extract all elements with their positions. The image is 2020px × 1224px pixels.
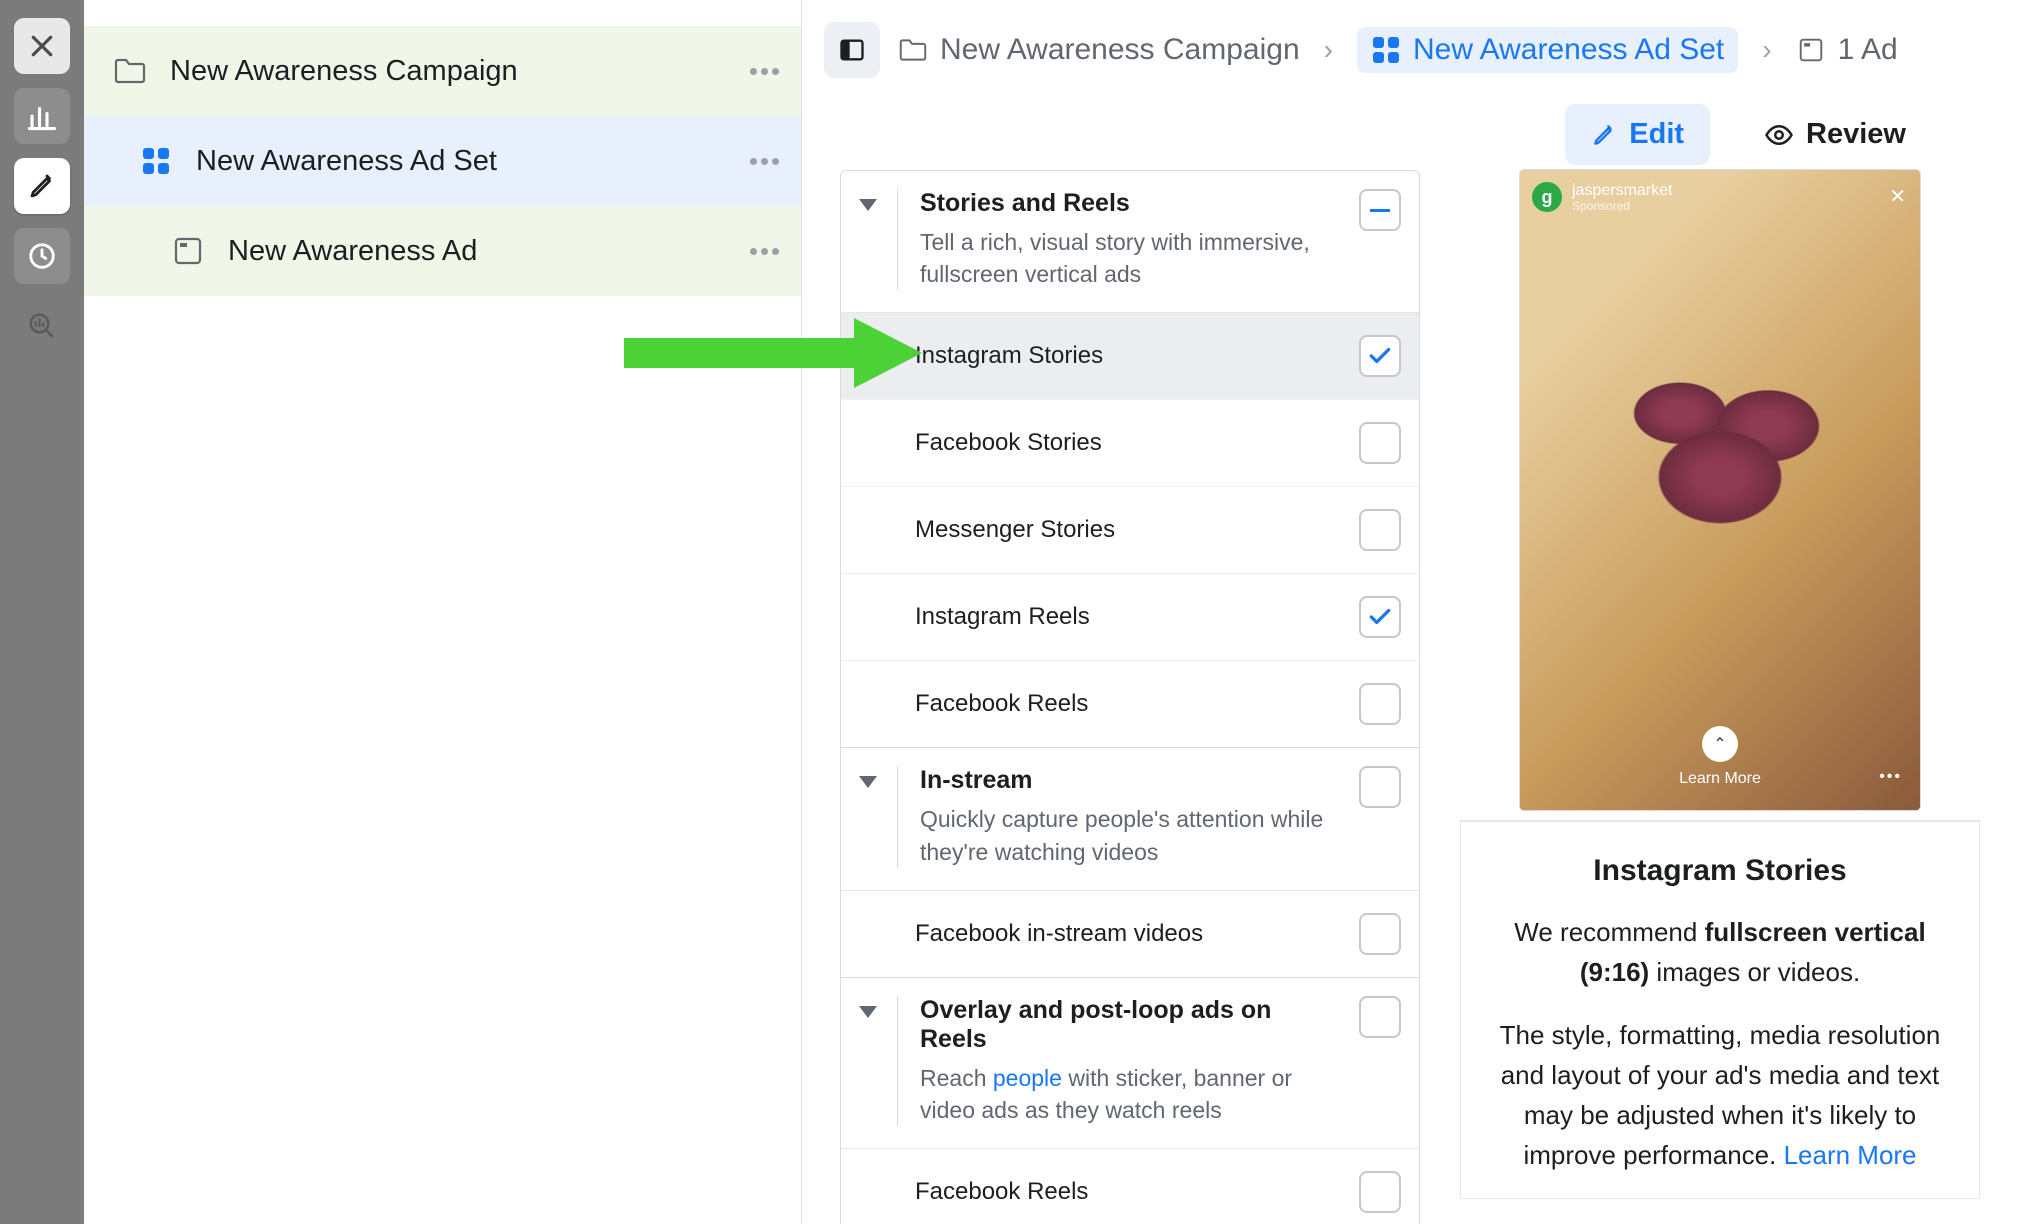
chevron-right-icon: ›: [1756, 34, 1777, 66]
preview-cta: Learn More: [1520, 770, 1920, 788]
section-checkbox[interactable]: [1359, 996, 1401, 1038]
placement-label: Facebook in-stream videos: [859, 920, 1203, 948]
placement-checkbox[interactable]: [1359, 1171, 1401, 1213]
placement-label: Facebook Reels: [859, 1178, 1088, 1206]
placement-checkbox[interactable]: [1359, 509, 1401, 551]
tree-row-adset[interactable]: New Awareness Ad Set: [84, 116, 801, 206]
magnify-chart-icon: [27, 311, 57, 341]
placement-section-header[interactable]: In-stream Quickly capture people's attent…: [841, 748, 1419, 890]
more-button[interactable]: [750, 248, 779, 255]
people-link[interactable]: people: [993, 1065, 1062, 1091]
learn-more-link[interactable]: Learn More: [1784, 1140, 1917, 1170]
close-button[interactable]: [14, 18, 70, 74]
placement-checkbox[interactable]: [1359, 596, 1401, 638]
ad-icon: [166, 229, 210, 273]
placement-row[interactable]: Messenger Stories: [841, 487, 1419, 574]
review-button-label: Review: [1806, 118, 1906, 151]
pencil-icon: [1591, 122, 1617, 148]
ad-icon: [1796, 35, 1826, 65]
panel-toggle-button[interactable]: [824, 22, 880, 78]
placement-checkbox[interactable]: [1359, 335, 1401, 377]
eye-icon: [1764, 120, 1794, 150]
placement-row[interactable]: Facebook Stories: [841, 400, 1419, 487]
campaign-tree: New Awareness Campaign New Awareness Ad …: [84, 0, 802, 1224]
section-checkbox[interactable]: [1359, 189, 1401, 231]
preview-sponsored: Sponsored: [1572, 200, 1672, 213]
grid-icon: [134, 139, 178, 183]
charts-button[interactable]: [14, 88, 70, 144]
edit-button-rail[interactable]: [14, 158, 70, 214]
placement-label: Messenger Stories: [859, 516, 1115, 544]
more-button[interactable]: [750, 158, 779, 165]
placement-checkbox[interactable]: [1359, 913, 1401, 955]
preview-brand: jaspersmarket: [1572, 182, 1672, 200]
tree-row-label: New Awareness Ad: [228, 235, 477, 268]
placement-row[interactable]: Facebook Reels: [841, 1149, 1419, 1224]
pencil-icon: [27, 171, 57, 201]
chevron-up-icon: ⌃: [1702, 726, 1738, 762]
review-button[interactable]: Review: [1738, 104, 1932, 165]
annotation-arrow-icon: [624, 310, 924, 400]
chevron-right-icon: ›: [1318, 34, 1339, 66]
breadcrumb-label: New Awareness Ad Set: [1413, 33, 1724, 67]
preview-info: Instagram Stories We recommend fullscree…: [1460, 820, 1980, 1199]
section-checkbox[interactable]: [1359, 766, 1401, 808]
placement-section-header[interactable]: Stories and Reels Tell a rich, visual sto…: [841, 171, 1419, 313]
chevron-down-icon: [859, 199, 877, 211]
close-icon: ✕: [1889, 184, 1906, 209]
avatar-icon: g: [1532, 182, 1562, 212]
folder-icon: [898, 35, 928, 65]
close-icon: [27, 31, 57, 61]
section-title: In-stream: [920, 766, 1345, 795]
placement-row[interactable]: Facebook in-stream videos: [841, 891, 1419, 978]
placement-row[interactable]: Facebook Reels: [841, 661, 1419, 748]
story-preview: g jaspersmarket Sponsored ✕ ⌃ Learn More…: [1520, 170, 1920, 810]
clock-icon: [27, 241, 57, 271]
section-desc: Reach people with sticker, banner or vid…: [920, 1062, 1345, 1126]
tree-row-ad[interactable]: New Awareness Ad: [84, 206, 801, 296]
section-title: Stories and Reels: [920, 189, 1345, 218]
history-button[interactable]: [14, 228, 70, 284]
breadcrumb-campaign[interactable]: New Awareness Campaign: [898, 33, 1300, 67]
placement-row[interactable]: Instagram Reels: [841, 574, 1419, 661]
preview-info-title: Instagram Stories: [1481, 854, 1959, 888]
placements-panel: Stories and Reels Tell a rich, visual sto…: [840, 170, 1420, 1224]
placement-label: Facebook Stories: [859, 429, 1102, 457]
preview-info-recommend: We recommend fullscreen vertical (9:16) …: [1481, 912, 1959, 993]
preview-info-body: The style, formatting, media resolution …: [1481, 1015, 1959, 1176]
breadcrumb-adset[interactable]: New Awareness Ad Set: [1357, 27, 1738, 73]
more-icon: •••: [1879, 768, 1902, 786]
edit-button[interactable]: Edit: [1565, 104, 1710, 165]
tree-row-label: New Awareness Campaign: [170, 55, 518, 88]
placement-section-header[interactable]: Overlay and post-loop ads on Reels Reach …: [841, 978, 1419, 1149]
section-desc: Tell a rich, visual story with immersive…: [920, 226, 1345, 290]
chevron-down-icon: [859, 776, 877, 788]
folder-icon: [108, 49, 152, 93]
tree-row-campaign[interactable]: New Awareness Campaign: [84, 26, 801, 116]
left-rail: [0, 0, 84, 1224]
placement-row[interactable]: Instagram Stories: [841, 313, 1419, 400]
section-desc: Quickly capture people's attention while…: [920, 803, 1345, 867]
placement-checkbox[interactable]: [1359, 683, 1401, 725]
tree-row-label: New Awareness Ad Set: [196, 145, 497, 178]
bar-chart-icon: [27, 101, 57, 131]
breadcrumb: New Awareness Campaign › New Awareness A…: [824, 22, 1980, 78]
panel-icon: [838, 36, 866, 64]
topbar: New Awareness Campaign › New Awareness A…: [802, 0, 2020, 160]
breadcrumb-label: 1 Ad: [1838, 33, 1898, 67]
chevron-down-icon: [859, 1006, 877, 1018]
preview-pane: g jaspersmarket Sponsored ✕ ⌃ Learn More…: [1460, 170, 1980, 1224]
more-button[interactable]: [750, 68, 779, 75]
breadcrumb-label: New Awareness Campaign: [940, 33, 1300, 67]
section-title: Overlay and post-loop ads on Reels: [920, 996, 1345, 1054]
breadcrumb-ad[interactable]: 1 Ad: [1796, 33, 1898, 67]
edit-button-label: Edit: [1629, 118, 1684, 151]
placement-label: Instagram Reels: [859, 603, 1090, 631]
placement-checkbox[interactable]: [1359, 422, 1401, 464]
placement-label: Facebook Reels: [859, 690, 1088, 718]
grid-icon: [1371, 35, 1401, 65]
inspect-button[interactable]: [14, 298, 70, 354]
